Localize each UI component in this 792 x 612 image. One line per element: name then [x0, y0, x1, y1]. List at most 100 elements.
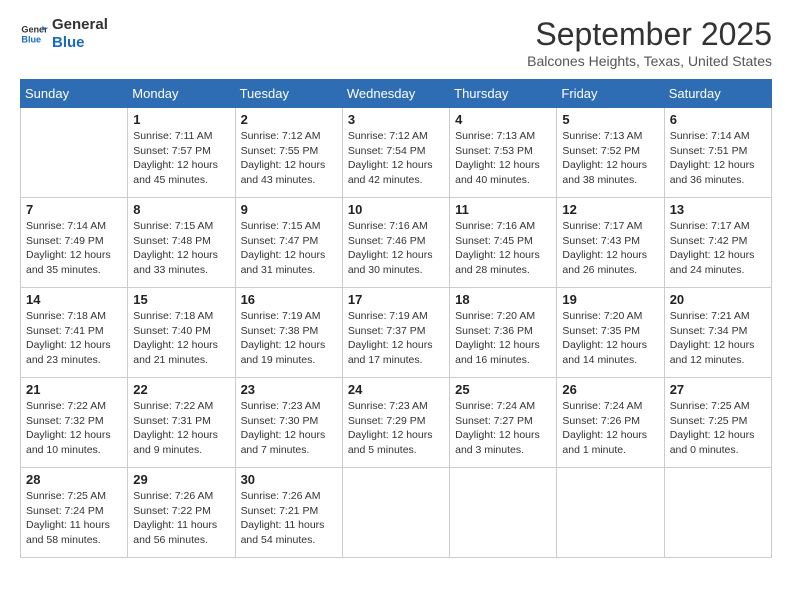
day-info: Sunrise: 7:15 AM Sunset: 7:48 PM Dayligh… [133, 219, 229, 278]
day-info: Sunrise: 7:11 AM Sunset: 7:57 PM Dayligh… [133, 129, 229, 188]
svg-text:Blue: Blue [21, 34, 41, 44]
day-info: Sunrise: 7:18 AM Sunset: 7:40 PM Dayligh… [133, 309, 229, 368]
day-info: Sunrise: 7:17 AM Sunset: 7:42 PM Dayligh… [670, 219, 766, 278]
calendar-cell: 19Sunrise: 7:20 AM Sunset: 7:35 PM Dayli… [557, 288, 664, 378]
calendar-cell: 24 Sunrise: 7:23 AM Sunset: 7:29 PM Dayli… [342, 378, 449, 468]
day-info: Sunrise: 7:16 AM Sunset: 7:45 PM Dayligh… [455, 219, 551, 278]
day-info: Sunrise: 7:23 AM Sunset: 7:29 PM Dayligh… [348, 399, 444, 458]
calendar-cell: 22Sunrise: 7:22 AM Sunset: 7:31 PM Dayli… [128, 378, 235, 468]
day-info: Sunrise: 7:17 AM Sunset: 7:43 PM Dayligh… [562, 219, 658, 278]
day-info: Sunrise: 7:14 AM Sunset: 7:49 PM Dayligh… [26, 219, 122, 278]
day-number: 4 [455, 112, 551, 127]
day-info: Sunrise: 7:14 AM Sunset: 7:51 PM Dayligh… [670, 129, 766, 188]
calendar-cell: 13 Sunrise: 7:17 AM Sunset: 7:42 PM Dayli… [664, 198, 771, 288]
weekday-header-tuesday: Tuesday [235, 80, 342, 108]
day-number: 21 [26, 382, 122, 397]
day-number: 7 [26, 202, 122, 217]
day-number: 9 [241, 202, 337, 217]
day-number: 22 [133, 382, 229, 397]
calendar-cell: 4 Sunrise: 7:13 AM Sunset: 7:53 PM Daylig… [450, 108, 557, 198]
weekday-header-sunday: Sunday [21, 80, 128, 108]
calendar-cell: 3 Sunrise: 7:12 AM Sunset: 7:54 PM Daylig… [342, 108, 449, 198]
day-info: Sunrise: 7:26 AM Sunset: 7:22 PM Dayligh… [133, 489, 229, 548]
calendar-cell: 15 Sunrise: 7:18 AM Sunset: 7:40 PM Dayli… [128, 288, 235, 378]
day-info: Sunrise: 7:16 AM Sunset: 7:46 PM Dayligh… [348, 219, 444, 278]
day-number: 3 [348, 112, 444, 127]
day-number: 24 [348, 382, 444, 397]
day-number: 30 [241, 472, 337, 487]
day-info: Sunrise: 7:13 AM Sunset: 7:52 PM Dayligh… [562, 129, 658, 188]
logo-line1: General [52, 16, 108, 34]
day-info: Sunrise: 7:21 AM Sunset: 7:34 PM Dayligh… [670, 309, 766, 368]
day-number: 28 [26, 472, 122, 487]
day-number: 29 [133, 472, 229, 487]
day-number: 23 [241, 382, 337, 397]
day-info: Sunrise: 7:13 AM Sunset: 7:53 PM Dayligh… [455, 129, 551, 188]
calendar-cell: 5 Sunrise: 7:13 AM Sunset: 7:52 PM Daylig… [557, 108, 664, 198]
day-number: 16 [241, 292, 337, 307]
day-number: 2 [241, 112, 337, 127]
day-info: Sunrise: 7:19 AM Sunset: 7:37 PM Dayligh… [348, 309, 444, 368]
day-number: 25 [455, 382, 551, 397]
calendar-week-5: 28Sunrise: 7:25 AM Sunset: 7:24 PM Dayli… [21, 468, 772, 558]
day-info: Sunrise: 7:24 AM Sunset: 7:26 PM Dayligh… [562, 399, 658, 458]
calendar-cell: 18 Sunrise: 7:20 AM Sunset: 7:36 PM Dayli… [450, 288, 557, 378]
calendar-cell: 8Sunrise: 7:15 AM Sunset: 7:48 PM Daylig… [128, 198, 235, 288]
weekday-header-friday: Friday [557, 80, 664, 108]
calendar-cell: 25 Sunrise: 7:24 AM Sunset: 7:27 PM Dayli… [450, 378, 557, 468]
day-number: 15 [133, 292, 229, 307]
day-info: Sunrise: 7:15 AM Sunset: 7:47 PM Dayligh… [241, 219, 337, 278]
calendar-cell: 29 Sunrise: 7:26 AM Sunset: 7:22 PM Dayli… [128, 468, 235, 558]
day-number: 11 [455, 202, 551, 217]
calendar-week-3: 14 Sunrise: 7:18 AM Sunset: 7:41 PM Dayli… [21, 288, 772, 378]
day-number: 18 [455, 292, 551, 307]
calendar-cell: 7 Sunrise: 7:14 AM Sunset: 7:49 PM Daylig… [21, 198, 128, 288]
calendar-cell [557, 468, 664, 558]
day-number: 14 [26, 292, 122, 307]
weekday-header-row: SundayMondayTuesdayWednesdayThursdayFrid… [21, 80, 772, 108]
day-info: Sunrise: 7:24 AM Sunset: 7:27 PM Dayligh… [455, 399, 551, 458]
calendar-cell: 11 Sunrise: 7:16 AM Sunset: 7:45 PM Dayli… [450, 198, 557, 288]
weekday-header-saturday: Saturday [664, 80, 771, 108]
calendar-cell: 14 Sunrise: 7:18 AM Sunset: 7:41 PM Dayli… [21, 288, 128, 378]
calendar-cell: 27 Sunrise: 7:25 AM Sunset: 7:25 PM Dayli… [664, 378, 771, 468]
page-header: General Blue General Blue September 2025… [20, 16, 772, 69]
day-info: Sunrise: 7:22 AM Sunset: 7:32 PM Dayligh… [26, 399, 122, 458]
day-number: 17 [348, 292, 444, 307]
calendar-cell [450, 468, 557, 558]
day-number: 13 [670, 202, 766, 217]
calendar-cell: 20 Sunrise: 7:21 AM Sunset: 7:34 PM Dayli… [664, 288, 771, 378]
day-number: 5 [562, 112, 658, 127]
calendar-cell: 1 Sunrise: 7:11 AM Sunset: 7:57 PM Daylig… [128, 108, 235, 198]
day-number: 10 [348, 202, 444, 217]
calendar-cell: 9 Sunrise: 7:15 AM Sunset: 7:47 PM Daylig… [235, 198, 342, 288]
day-number: 19 [562, 292, 658, 307]
day-number: 27 [670, 382, 766, 397]
location: Balcones Heights, Texas, United States [527, 53, 772, 69]
calendar-cell: 10 Sunrise: 7:16 AM Sunset: 7:46 PM Dayli… [342, 198, 449, 288]
calendar-cell: 12Sunrise: 7:17 AM Sunset: 7:43 PM Dayli… [557, 198, 664, 288]
calendar-cell: 23Sunrise: 7:23 AM Sunset: 7:30 PM Dayli… [235, 378, 342, 468]
calendar-week-2: 7 Sunrise: 7:14 AM Sunset: 7:49 PM Daylig… [21, 198, 772, 288]
calendar-cell [342, 468, 449, 558]
calendar-cell: 6Sunrise: 7:14 AM Sunset: 7:51 PM Daylig… [664, 108, 771, 198]
calendar-body: 1 Sunrise: 7:11 AM Sunset: 7:57 PM Daylig… [21, 108, 772, 558]
day-info: Sunrise: 7:20 AM Sunset: 7:36 PM Dayligh… [455, 309, 551, 368]
day-info: Sunrise: 7:18 AM Sunset: 7:41 PM Dayligh… [26, 309, 122, 368]
month-title: September 2025 [527, 16, 772, 53]
calendar-cell: 28Sunrise: 7:25 AM Sunset: 7:24 PM Dayli… [21, 468, 128, 558]
day-info: Sunrise: 7:25 AM Sunset: 7:25 PM Dayligh… [670, 399, 766, 458]
logo: General Blue General Blue [20, 16, 108, 52]
calendar-cell: 2Sunrise: 7:12 AM Sunset: 7:55 PM Daylig… [235, 108, 342, 198]
day-info: Sunrise: 7:12 AM Sunset: 7:54 PM Dayligh… [348, 129, 444, 188]
day-number: 1 [133, 112, 229, 127]
day-number: 20 [670, 292, 766, 307]
day-info: Sunrise: 7:26 AM Sunset: 7:21 PM Dayligh… [241, 489, 337, 548]
weekday-header-wednesday: Wednesday [342, 80, 449, 108]
logo-icon: General Blue [20, 20, 48, 48]
weekday-header-thursday: Thursday [450, 80, 557, 108]
calendar-cell: 30 Sunrise: 7:26 AM Sunset: 7:21 PM Dayli… [235, 468, 342, 558]
calendar-table: SundayMondayTuesdayWednesdayThursdayFrid… [20, 79, 772, 558]
calendar-cell [21, 108, 128, 198]
day-info: Sunrise: 7:19 AM Sunset: 7:38 PM Dayligh… [241, 309, 337, 368]
